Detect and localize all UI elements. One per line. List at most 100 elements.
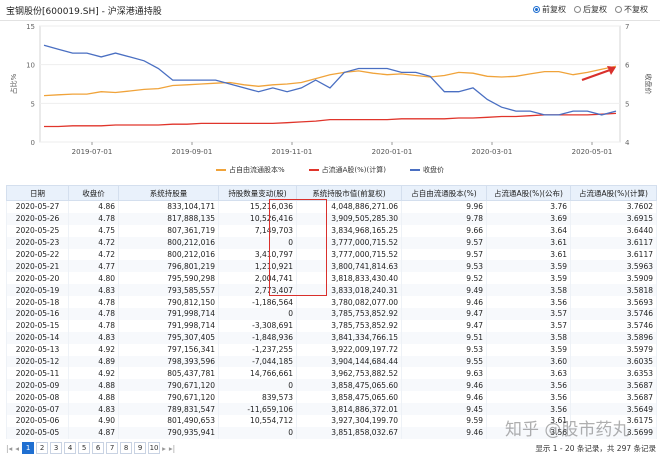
table-cell: 3,834,968,165.25 [296,224,402,237]
option-label: 前复权 [542,5,566,14]
table-cell: 15,216,036 [218,200,297,213]
page-button[interactable]: 1 [22,442,35,454]
option-no-adjust[interactable]: 不复权 [615,4,648,15]
page-title: 宝钢股份[600019.SH] - 沪深港通持股 [6,7,162,17]
table-cell: 3.64 [486,224,571,237]
table-cell: 4.90 [68,415,119,427]
table-cell: 4.86 [68,200,119,213]
table-cell: 2020-05-19 [6,284,69,297]
table-row[interactable]: 2020-05-20 4.80 795,590,298 2,004,741 3,818,… [6,272,657,285]
table-row[interactable]: 2020-05-21 4.77 796,801,219 1,210,921 3,800,… [6,260,657,273]
table-cell: 3.61 [486,236,571,249]
page-button[interactable]: 6 [92,442,105,454]
table-row[interactable]: 2020-05-16 4.78 791,998,714 0 3,785,753,852.… [6,308,657,320]
table-cell: 4.88 [68,379,119,392]
table-cell: 3.56 [486,296,571,309]
column-header[interactable]: 占流通A股(%)(公布) [486,185,571,201]
column-header[interactable]: 系统持股量 [118,185,219,201]
legend-free-float[interactable]: 占自由流通股本% [215,165,285,175]
table-cell: 4.87 [68,426,119,439]
column-header[interactable]: 收盘价 [68,185,119,201]
page-button[interactable]: 9 [134,442,147,454]
column-header[interactable]: 占自由流通股本(%) [401,185,487,201]
option-label: 不复权 [624,5,648,14]
table-row[interactable]: 2020-05-12 4.89 798,393,596 -7,044,185 3,904… [6,355,657,368]
x-tick-label: 2019-09-01 [172,148,213,156]
radio-icon[interactable] [615,6,622,13]
table-cell: 4.80 [68,272,119,285]
table-cell: 4.78 [68,319,119,332]
page-button[interactable]: 10 [148,442,161,454]
table-cell: 3.6117 [570,248,657,261]
column-header[interactable]: 系统持股市值(前复权) [296,185,402,201]
table-cell: 3,927,304,199.70 [296,415,402,427]
table-cell: 3.56 [486,403,571,416]
column-header[interactable]: 占流通A股(%)(计算) [570,185,657,201]
pagination-bar: |◂ ◂ 1 2 3 4 5 6 7 8 9 10 ▸ ▸| 显示 1 - 20 条记录，共 29… [6,440,656,456]
column-header[interactable]: 日期 [6,185,69,201]
table-row[interactable]: 2020-05-27 4.86 833,104,171 15,216,036 4,048… [6,200,657,213]
table-row[interactable]: 2020-05-08 4.88 790,671,120 839,573 3,858,47… [6,391,657,404]
y-right-axis-label: 收盘价 [644,74,653,95]
x-tick-label: 2019-11-01 [272,148,313,156]
table-cell: 9.53 [401,260,487,273]
page-button[interactable]: 3 [50,442,63,454]
radio-icon[interactable] [574,6,581,13]
table-cell: 807,361,719 [118,224,219,237]
table-row[interactable]: 2020-05-23 4.72 800,212,016 0 3,777,000,715.… [6,236,657,249]
legend-close-price[interactable]: 收盘价 [410,165,444,175]
table-cell: 3.58 [486,331,571,344]
radio-icon[interactable] [533,6,540,13]
table-cell: 0 [218,308,297,320]
table-cell: 3,922,009,197.72 [296,343,402,356]
table-row[interactable]: 2020-05-15 4.78 791,998,714 -3,308,691 3,785… [6,319,657,332]
table-body: 2020-05-27 4.86 833,104,171 15,216,036 4,048… [6,200,657,439]
page-button[interactable]: 5 [78,442,91,454]
table-cell: 4.72 [68,236,119,249]
option-forward-adjust[interactable]: 前复权 [533,4,566,15]
x-tick-label: 2019-07-01 [72,148,113,156]
y-left-tick-label: 0 [31,139,35,147]
table-cell: 4.77 [68,260,119,273]
page-button[interactable]: 4 [64,442,77,454]
page-button[interactable]: 2 [36,442,49,454]
table-cell: 3.5693 [570,296,657,309]
option-backward-adjust[interactable]: 后复权 [574,4,607,15]
table-row[interactable]: 2020-05-22 4.72 800,212,016 3,410,797 3,777,… [6,248,657,261]
table-cell: 2020-05-07 [6,403,69,416]
page-button[interactable]: 8 [120,442,133,454]
table-cell: 9.47 [401,308,487,320]
first-page-icon[interactable]: |◂ [6,444,12,453]
table-row[interactable]: 2020-05-09 4.88 790,671,120 0 3,858,475,065.… [6,379,657,392]
table-cell: 3,785,753,852.92 [296,308,402,320]
x-tick-label: 2020-05-01 [572,148,613,156]
last-page-icon[interactable]: ▸| [169,444,175,453]
table-row[interactable]: 2020-05-25 4.75 807,361,719 7,149,703 3,834,… [6,224,657,237]
series-line-2 [43,44,617,116]
page-button[interactable]: 7 [106,442,119,454]
table-header-row: 日期 收盘价 系统持股量 持股数量变动(股) 系统持股市值(前复权) 占自由流通… [6,185,657,201]
table-cell: 798,393,596 [118,355,219,368]
table-row[interactable]: 2020-05-11 4.92 805,437,781 14,766,661 3,962… [6,367,657,380]
legend-swatch [308,169,319,171]
prev-page-icon[interactable]: ◂ [15,444,19,453]
table-cell: 791,998,714 [118,308,219,320]
table-row[interactable]: 2020-05-18 4.78 790,812,150 -1,186,564 3,780… [6,296,657,309]
table-row[interactable]: 2020-05-26 4.78 817,888,135 10,526,416 3,909… [6,212,657,225]
table-cell: 796,801,219 [118,260,219,273]
table-cell: 2,773,407 [218,284,297,297]
next-page-icon[interactable]: ▸ [162,444,166,453]
table-cell: 3.57 [486,308,571,320]
column-header[interactable]: 持股数量变动(股) [218,185,297,201]
table-row[interactable]: 2020-05-19 4.83 793,585,557 2,773,407 3,833,… [6,284,657,297]
table-row[interactable]: 2020-05-14 4.83 795,307,405 -1,848,936 3,841… [6,331,657,344]
table-row[interactable]: 2020-05-07 4.83 789,831,547 -11,659,106 3,81… [6,403,657,416]
table-cell: 789,831,547 [118,403,219,416]
holdings-table: 日期 收盘价 系统持股量 持股数量变动(股) 系统持股市值(前复权) 占自由流通… [6,185,657,439]
table-row[interactable]: 2020-05-13 4.92 797,156,341 -1,237,255 3,922… [6,343,657,356]
y-left-tick-label: 10 [26,62,35,70]
table-cell: 3.5649 [570,403,657,416]
table-cell: -1,848,936 [218,331,297,344]
y-left-tick-label: 15 [26,23,35,31]
legend-a-share[interactable]: 占流通A股(%)(计算) [308,165,386,175]
